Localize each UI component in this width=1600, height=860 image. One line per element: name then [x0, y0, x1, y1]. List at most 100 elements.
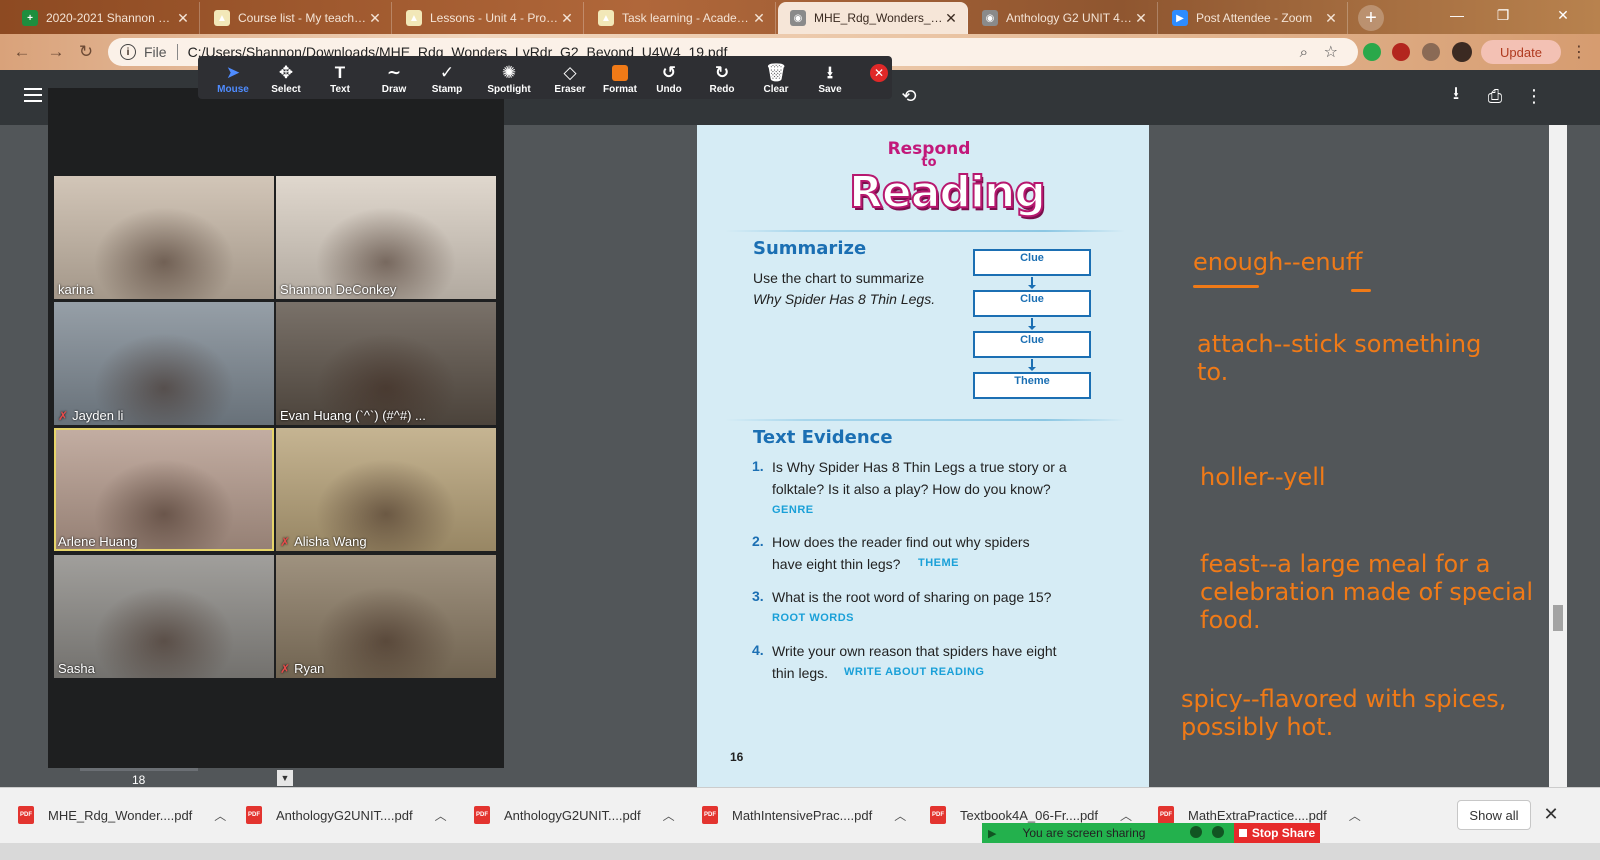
- gallery-scroll-indicator: [80, 768, 198, 771]
- participant-video[interactable]: Sasha: [54, 555, 274, 678]
- download-filename: AnthologyG2UNIT....pdf: [276, 807, 413, 823]
- chart-arrow: [1028, 359, 1036, 371]
- download-item[interactable]: PDF MHE_Rdg_Wonder....pdf ︿: [18, 803, 226, 827]
- gallery-scroll-down-button[interactable]: ▼: [277, 770, 293, 786]
- muted-mic-icon: ✗: [280, 662, 291, 676]
- shield-icon: [1212, 826, 1224, 838]
- forward-button[interactable]: →: [44, 41, 68, 63]
- restore-button[interactable]: ❐: [1480, 0, 1526, 30]
- participant-video[interactable]: Arlene Huang: [54, 428, 274, 551]
- question-text: How does the reader find out why spiders: [772, 534, 1030, 550]
- participant-name-text: Evan Huang (`^`) (#^#) ...: [280, 408, 426, 423]
- undo-button[interactable]: ↺ Undo: [641, 62, 697, 102]
- chevron-up-icon[interactable]: ︿: [1349, 807, 1361, 824]
- clear-button[interactable]: 🗑 Clear: [748, 62, 804, 102]
- chrome-menu-icon[interactable]: ⋮: [1571, 42, 1587, 62]
- back-button[interactable]: ←: [10, 41, 34, 63]
- bookmark-star-icon[interactable]: ☆: [1324, 42, 1338, 62]
- browser-tab[interactable]: ▶ Post Attendee - Zoom ✕: [1160, 2, 1348, 34]
- close-tab-icon[interactable]: ✕: [367, 10, 383, 27]
- format-tool[interactable]: Format: [592, 62, 648, 102]
- text-tool[interactable]: T Text: [312, 62, 368, 102]
- banner-line3: Reading: [848, 167, 1047, 218]
- profile-avatar[interactable]: [1452, 42, 1472, 62]
- close-tab-icon[interactable]: ✕: [1323, 10, 1339, 27]
- stamp-icon: ✓: [439, 63, 455, 82]
- scrollbar-thumb[interactable]: [1553, 605, 1563, 631]
- eraser-tool[interactable]: ◇ Eraser: [542, 62, 598, 102]
- spotlight-icon: ✺: [501, 63, 517, 82]
- network-status-icon: [1190, 826, 1202, 838]
- close-tab-icon[interactable]: ✕: [559, 10, 575, 27]
- save-button[interactable]: ⭳ Save: [802, 62, 858, 102]
- chevron-up-icon[interactable]: ︿: [1120, 807, 1132, 824]
- skill-tag: WRITE ABOUT READING: [844, 666, 985, 678]
- pdf-menu-icon[interactable]: [24, 88, 42, 102]
- new-tab-button[interactable]: +: [1358, 5, 1384, 31]
- show-all-downloads-button[interactable]: Show all: [1457, 800, 1531, 830]
- zoom-icon[interactable]: ⌕: [1300, 44, 1308, 61]
- redo-button[interactable]: ↻ Redo: [694, 62, 750, 102]
- tab-title: Lessons - Unit 4 - Progra: [430, 11, 559, 25]
- print-icon[interactable]: ⎙: [1483, 84, 1507, 108]
- participant-name: ✗ Ryan: [280, 661, 324, 676]
- clear-icon: 🗑: [765, 63, 787, 82]
- participant-video[interactable]: Shannon DeConkey: [276, 176, 496, 299]
- muted-mic-icon: ✗: [280, 535, 291, 549]
- browser-tab[interactable]: ▲ Course list - My teaching ✕: [202, 2, 392, 34]
- download-item[interactable]: PDF MathIntensivePrac....pdf ︿: [702, 803, 906, 827]
- participant-video[interactable]: Evan Huang (`^`) (#^#) ...: [276, 302, 496, 425]
- annotation-holler: holler--yell: [1200, 463, 1326, 491]
- close-tab-icon[interactable]: ✕: [175, 10, 191, 27]
- annotation-underline: [1351, 289, 1371, 292]
- stamp-tool[interactable]: ✓ Stamp: [419, 62, 475, 102]
- download-icon[interactable]: ⭳: [1444, 83, 1468, 108]
- extension-icon-green[interactable]: [1363, 43, 1381, 61]
- draw-tool[interactable]: ∼ Draw: [366, 62, 422, 102]
- question-text: Is Why Spider Has 8 Thin Legs a true sto…: [772, 459, 1067, 475]
- skill-tag: GENRE: [772, 504, 814, 516]
- participant-video[interactable]: karina: [54, 176, 274, 299]
- pdf-more-icon[interactable]: ⋮: [1522, 84, 1546, 108]
- participant-video[interactable]: ✗ Alisha Wang: [276, 428, 496, 551]
- browser-tab[interactable]: ◉ Anthology G2 UNIT 4.pd ✕: [970, 2, 1158, 34]
- close-tab-icon[interactable]: ✕: [1133, 10, 1149, 27]
- close-annotate-button[interactable]: ✕: [870, 64, 888, 82]
- minimize-button[interactable]: —: [1434, 0, 1480, 30]
- reload-button[interactable]: ↻: [74, 41, 98, 63]
- select-tool[interactable]: ✥ Select: [258, 62, 314, 102]
- text-icon: T: [334, 63, 346, 82]
- spotlight-tool[interactable]: ✺ Spotlight: [481, 62, 537, 102]
- tool-label: Stamp: [431, 84, 463, 95]
- info-icon[interactable]: i: [120, 44, 136, 60]
- mouse-tool[interactable]: ➤ Mouse: [205, 62, 261, 102]
- extension-icon-ublock[interactable]: [1392, 43, 1410, 61]
- chevron-up-icon[interactable]: ︿: [894, 807, 906, 824]
- extensions-puzzle-icon[interactable]: [1422, 43, 1440, 61]
- download-item[interactable]: PDF AnthologyG2UNIT....pdf ︿: [246, 803, 447, 827]
- download-item[interactable]: PDF AnthologyG2UNIT....pdf ︿: [474, 803, 675, 827]
- browser-tab[interactable]: ▲ Lessons - Unit 4 - Progra ✕: [394, 2, 584, 34]
- pdf-scrollbar[interactable]: [1549, 125, 1567, 787]
- close-tab-icon[interactable]: ✕: [751, 10, 767, 27]
- participant-video[interactable]: ✗ Jayden li: [54, 302, 274, 425]
- browser-tab[interactable]: ◉ MHE_Rdg_Wonders_LvRd✕: [778, 2, 968, 34]
- participant-video[interactable]: ✗ Ryan: [276, 555, 496, 678]
- rotate-icon[interactable]: ⟲: [897, 84, 921, 108]
- browser-tab[interactable]: +2020-2021 Shannon DeC ✕: [10, 2, 200, 34]
- stop-share-button[interactable]: Stop Share: [1234, 823, 1320, 843]
- participant-name: Evan Huang (`^`) (#^#) ...: [280, 408, 426, 423]
- chevron-up-icon[interactable]: ︿: [214, 807, 226, 824]
- chevron-up-icon[interactable]: ︿: [435, 807, 447, 824]
- tab-title: Post Attendee - Zoom: [1196, 11, 1313, 25]
- close-tab-icon[interactable]: ✕: [943, 10, 959, 27]
- tab-title: Anthology G2 UNIT 4.pd: [1006, 11, 1133, 25]
- browser-tab[interactable]: ▲ Task learning - Academy ✕: [586, 2, 776, 34]
- question-number: 4.: [752, 642, 764, 658]
- chevron-up-icon[interactable]: ︿: [663, 807, 675, 824]
- redo-icon: ↻: [714, 63, 730, 82]
- close-downloads-bar-icon[interactable]: ✕: [1543, 804, 1559, 825]
- update-button[interactable]: Update: [1481, 40, 1561, 64]
- close-window-button[interactable]: ✕: [1526, 0, 1600, 30]
- screen-share-indicator: ▶ You are screen sharing Stop Share: [982, 823, 1320, 843]
